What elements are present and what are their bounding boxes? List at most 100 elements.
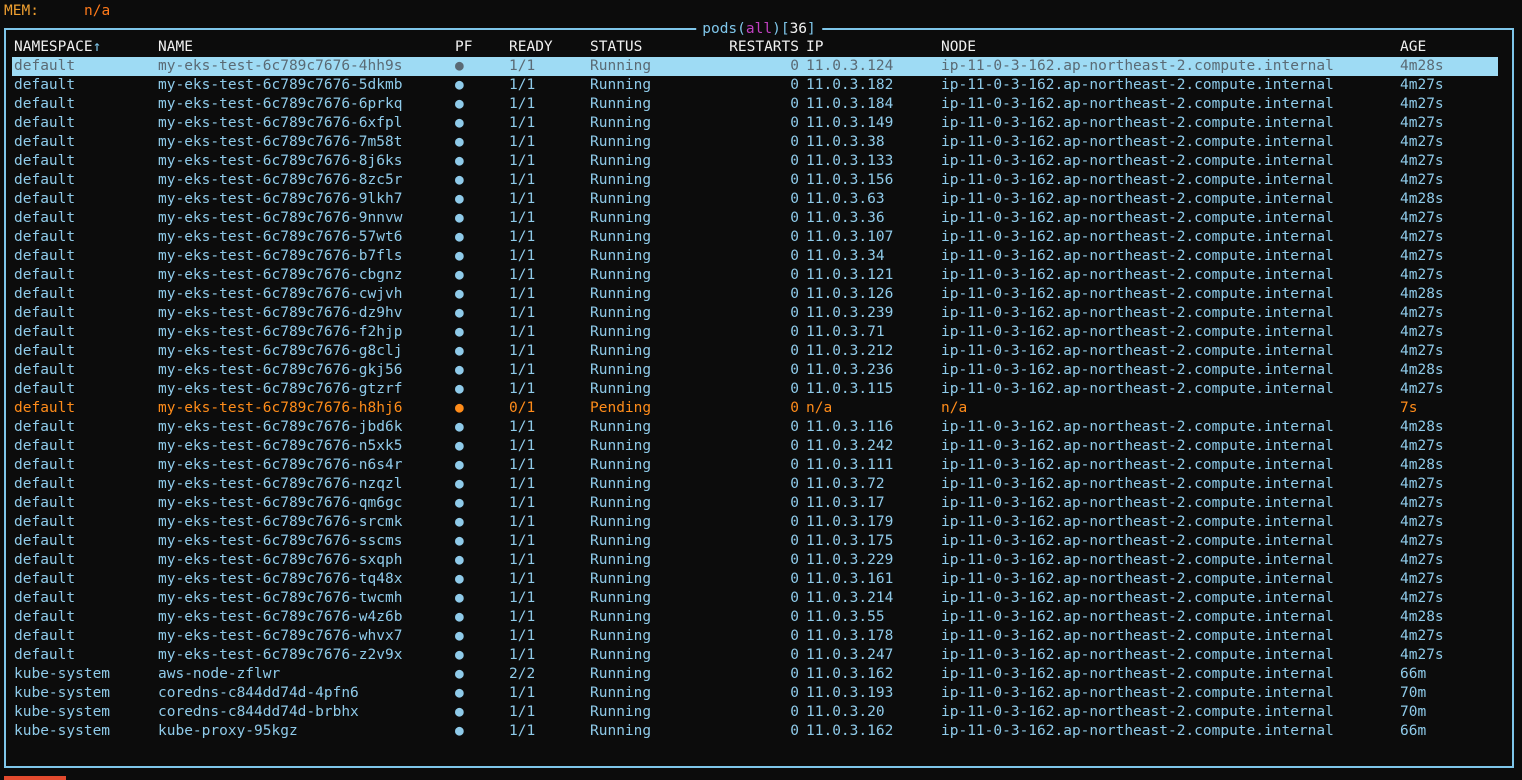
pod-status: Running [590,552,652,568]
pod-namespace: default [14,191,76,207]
pod-node: ip-11-0-3-162.ap-northeast-2.compute.int… [941,362,1334,378]
column-header-status[interactable]: STATUS [590,38,642,57]
table-row[interactable]: kube-system coredns-c844dd74d-brbhx ● 1/1 Ru… [12,703,1498,722]
pod-namespace: default [14,305,76,321]
port-forward-indicator-icon: ● [455,495,464,511]
table-row[interactable]: default my-eks-test-6c789c7676-sscms ● 1/1 R… [12,532,1498,551]
table-row[interactable]: default my-eks-test-6c789c7676-9nnvw ● 1/1 R… [12,209,1498,228]
pod-node: ip-11-0-3-162.ap-northeast-2.compute.int… [941,628,1334,644]
table-row[interactable]: default my-eks-test-6c789c7676-srcmk ● 1/1 R… [12,513,1498,532]
table-row[interactable]: default my-eks-test-6c789c7676-8zc5r ● 1/1 R… [12,171,1498,190]
mem-value: n/a [84,3,111,19]
pod-age: 4m28s [1400,419,1444,435]
panel-title-close-paren: ) [772,21,781,37]
table-row[interactable]: default my-eks-test-6c789c7676-9lkh7 ● 1/1 R… [12,190,1498,209]
pod-status: Running [590,191,652,207]
pod-ip: 11.0.3.116 [806,419,894,435]
table-row[interactable]: default my-eks-test-6c789c7676-57wt6 ● 1/1 R… [12,228,1498,247]
table-row[interactable]: default my-eks-test-6c789c7676-twcmh ● 1/1 R… [12,589,1498,608]
table-row[interactable]: default my-eks-test-6c789c7676-b7fls ● 1/1 R… [12,247,1498,266]
table-row[interactable]: default my-eks-test-6c789c7676-gkj56 ● 1/1 R… [12,361,1498,380]
pod-name: my-eks-test-6c789c7676-9lkh7 [158,191,403,207]
pod-name: my-eks-test-6c789c7676-f2hjp [158,324,403,340]
table-row[interactable]: default my-eks-test-6c789c7676-n6s4r ● 1/1 R… [12,456,1498,475]
pod-age: 4m27s [1400,77,1444,93]
pod-ready: 1/1 [509,704,536,720]
column-header-pf[interactable]: PF [455,38,472,57]
pod-restarts: 0 [790,362,799,378]
table-row[interactable]: default my-eks-test-6c789c7676-w4z6b ● 1/1 R… [12,608,1498,627]
pod-status: Running [590,77,652,93]
column-header-namespace[interactable]: NAMESPACE↑ [14,38,101,57]
pod-namespace: default [14,229,76,245]
table-row[interactable]: default my-eks-test-6c789c7676-sxqph ● 1/1 R… [12,551,1498,570]
column-header-age[interactable]: AGE [1400,38,1426,57]
table-row[interactable]: kube-system coredns-c844dd74d-4pfn6 ● 1/1 Ru… [12,684,1498,703]
table-row[interactable]: default my-eks-test-6c789c7676-whvx7 ● 1/1 R… [12,627,1498,646]
pod-namespace: default [14,438,76,454]
pod-restarts: 0 [790,153,799,169]
pod-ip: 11.0.3.72 [806,476,885,492]
pod-ready: 1/1 [509,229,536,245]
table-row[interactable]: default my-eks-test-6c789c7676-7m58t ● 1/1 R… [12,133,1498,152]
pod-age: 66m [1400,666,1427,682]
pod-node: ip-11-0-3-162.ap-northeast-2.compute.int… [941,210,1334,226]
table-row[interactable]: default my-eks-test-6c789c7676-n5xk5 ● 1/1 R… [12,437,1498,456]
port-forward-indicator-icon: ● [455,77,464,93]
pod-node: ip-11-0-3-162.ap-northeast-2.compute.int… [941,324,1334,340]
pod-status: Running [590,58,652,74]
pod-restarts: 0 [790,571,799,587]
port-forward-indicator-icon: ● [455,172,464,188]
pod-name: my-eks-test-6c789c7676-z2v9x [158,647,403,663]
port-forward-indicator-icon: ● [455,286,464,302]
table-row[interactable]: default my-eks-test-6c789c7676-g8clj ● 1/1 R… [12,342,1498,361]
table-row[interactable]: default my-eks-test-6c789c7676-8j6ks ● 1/1 R… [12,152,1498,171]
pod-status: Running [590,229,652,245]
table-row[interactable]: kube-system kube-proxy-95kgz ● 1/1 Running 0 1… [12,722,1498,741]
pod-age: 4m27s [1400,533,1444,549]
table-row[interactable]: kube-system aws-node-zflwr ● 2/2 Running 0 11.… [12,665,1498,684]
pod-age: 4m28s [1400,457,1444,473]
column-header-ready[interactable]: READY [509,38,553,57]
table-row[interactable]: default my-eks-test-6c789c7676-cbgnz ● 1/1 R… [12,266,1498,285]
column-header-ip[interactable]: IP [806,38,823,57]
port-forward-indicator-icon: ● [455,96,464,112]
pod-restarts: 0 [790,286,799,302]
table-row[interactable]: default my-eks-test-6c789c7676-6prkq ● 1/1 R… [12,95,1498,114]
port-forward-indicator-icon: ● [455,666,464,682]
pod-ready: 1/1 [509,628,536,644]
pod-name: my-eks-test-6c789c7676-whvx7 [158,628,403,644]
column-header-name[interactable]: NAME [158,38,193,57]
table-row[interactable]: default my-eks-test-6c789c7676-gtzrf ● 1/1 R… [12,380,1498,399]
pod-status: Running [590,590,652,606]
table-row[interactable]: default my-eks-test-6c789c7676-nzqzl ● 1/1 R… [12,475,1498,494]
pod-node: ip-11-0-3-162.ap-northeast-2.compute.int… [941,704,1334,720]
pod-ip: 11.0.3.149 [806,115,894,131]
table-row[interactable]: default my-eks-test-6c789c7676-dz9hv ● 1/1 R… [12,304,1498,323]
pod-ready: 1/1 [509,514,536,530]
pod-ready: 1/1 [509,381,536,397]
table-row[interactable]: default my-eks-test-6c789c7676-qm6gc ● 1/1 R… [12,494,1498,513]
pod-restarts: 0 [790,324,799,340]
table-row[interactable]: default my-eks-test-6c789c7676-tq48x ● 1/1 R… [12,570,1498,589]
table-row[interactable]: default my-eks-test-6c789c7676-h8hj6 ● 0/1 P… [12,399,1498,418]
pod-ip: 11.0.3.242 [806,438,894,454]
pod-name: my-eks-test-6c789c7676-dz9hv [158,305,403,321]
column-header-restarts[interactable]: RESTARTS [705,38,799,57]
pod-node: ip-11-0-3-162.ap-northeast-2.compute.int… [941,153,1334,169]
pod-restarts: 0 [790,457,799,473]
table-body: default my-eks-test-6c789c7676-4hh9s ● 1/1 R… [12,57,1498,741]
table-row[interactable]: default my-eks-test-6c789c7676-z2v9x ● 1/1 R… [12,646,1498,665]
table-row[interactable]: default my-eks-test-6c789c7676-f2hjp ● 1/1 R… [12,323,1498,342]
table-row[interactable]: default my-eks-test-6c789c7676-jbd6k ● 1/1 R… [12,418,1498,437]
pod-age: 4m27s [1400,476,1444,492]
pod-restarts: 0 [790,267,799,283]
pod-ready: 0/1 [509,400,536,416]
table-row[interactable]: default my-eks-test-6c789c7676-6xfpl ● 1/1 R… [12,114,1498,133]
table-row[interactable]: default my-eks-test-6c789c7676-5dkmb ● 1/1 R… [12,76,1498,95]
column-header-node[interactable]: NODE [941,38,976,57]
pod-status: Running [590,96,652,112]
pod-ip: 11.0.3.162 [806,666,894,682]
table-row[interactable]: default my-eks-test-6c789c7676-cwjvh ● 1/1 R… [12,285,1498,304]
table-row[interactable]: default my-eks-test-6c789c7676-4hh9s ● 1/1 R… [12,57,1498,76]
